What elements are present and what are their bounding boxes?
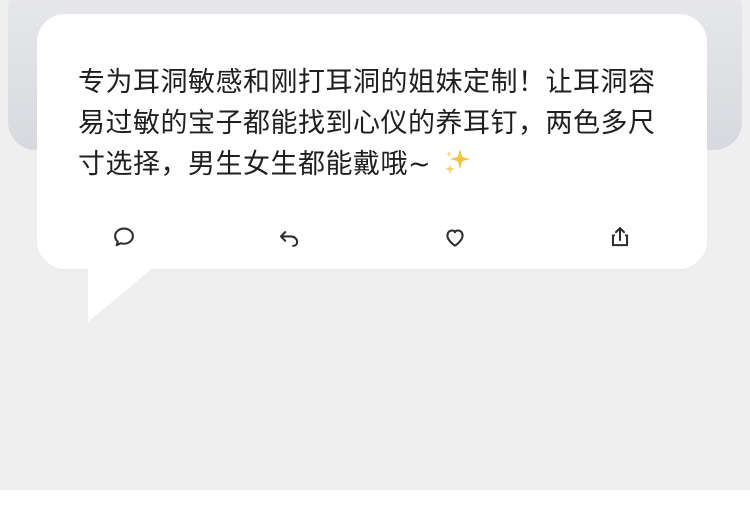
share-icon <box>611 227 629 247</box>
reply-button[interactable] <box>272 220 306 254</box>
bottom-panel <box>0 490 750 512</box>
message-text-content: 专为耳洞敏感和刚打耳洞的姐妹定制！让耳洞容易过敏的宝子都能找到心仪的养耳钉，两色… <box>78 67 656 180</box>
comment-icon <box>114 227 134 247</box>
comment-button[interactable] <box>107 220 141 254</box>
sparkles-icon <box>442 147 472 177</box>
message-text: 专为耳洞敏感和刚打耳洞的姐妹定制！让耳洞容易过敏的宝子都能找到心仪的养耳钉，两色… <box>78 62 668 185</box>
heart-icon <box>446 229 464 247</box>
action-bar <box>107 220 637 254</box>
bubble-tail <box>88 262 160 322</box>
reply-icon <box>280 231 299 247</box>
message-bubble: 专为耳洞敏感和刚打耳洞的姐妹定制！让耳洞容易过敏的宝子都能找到心仪的养耳钉，两色… <box>37 14 707 269</box>
like-button[interactable] <box>438 220 472 254</box>
share-button[interactable] <box>603 220 637 254</box>
